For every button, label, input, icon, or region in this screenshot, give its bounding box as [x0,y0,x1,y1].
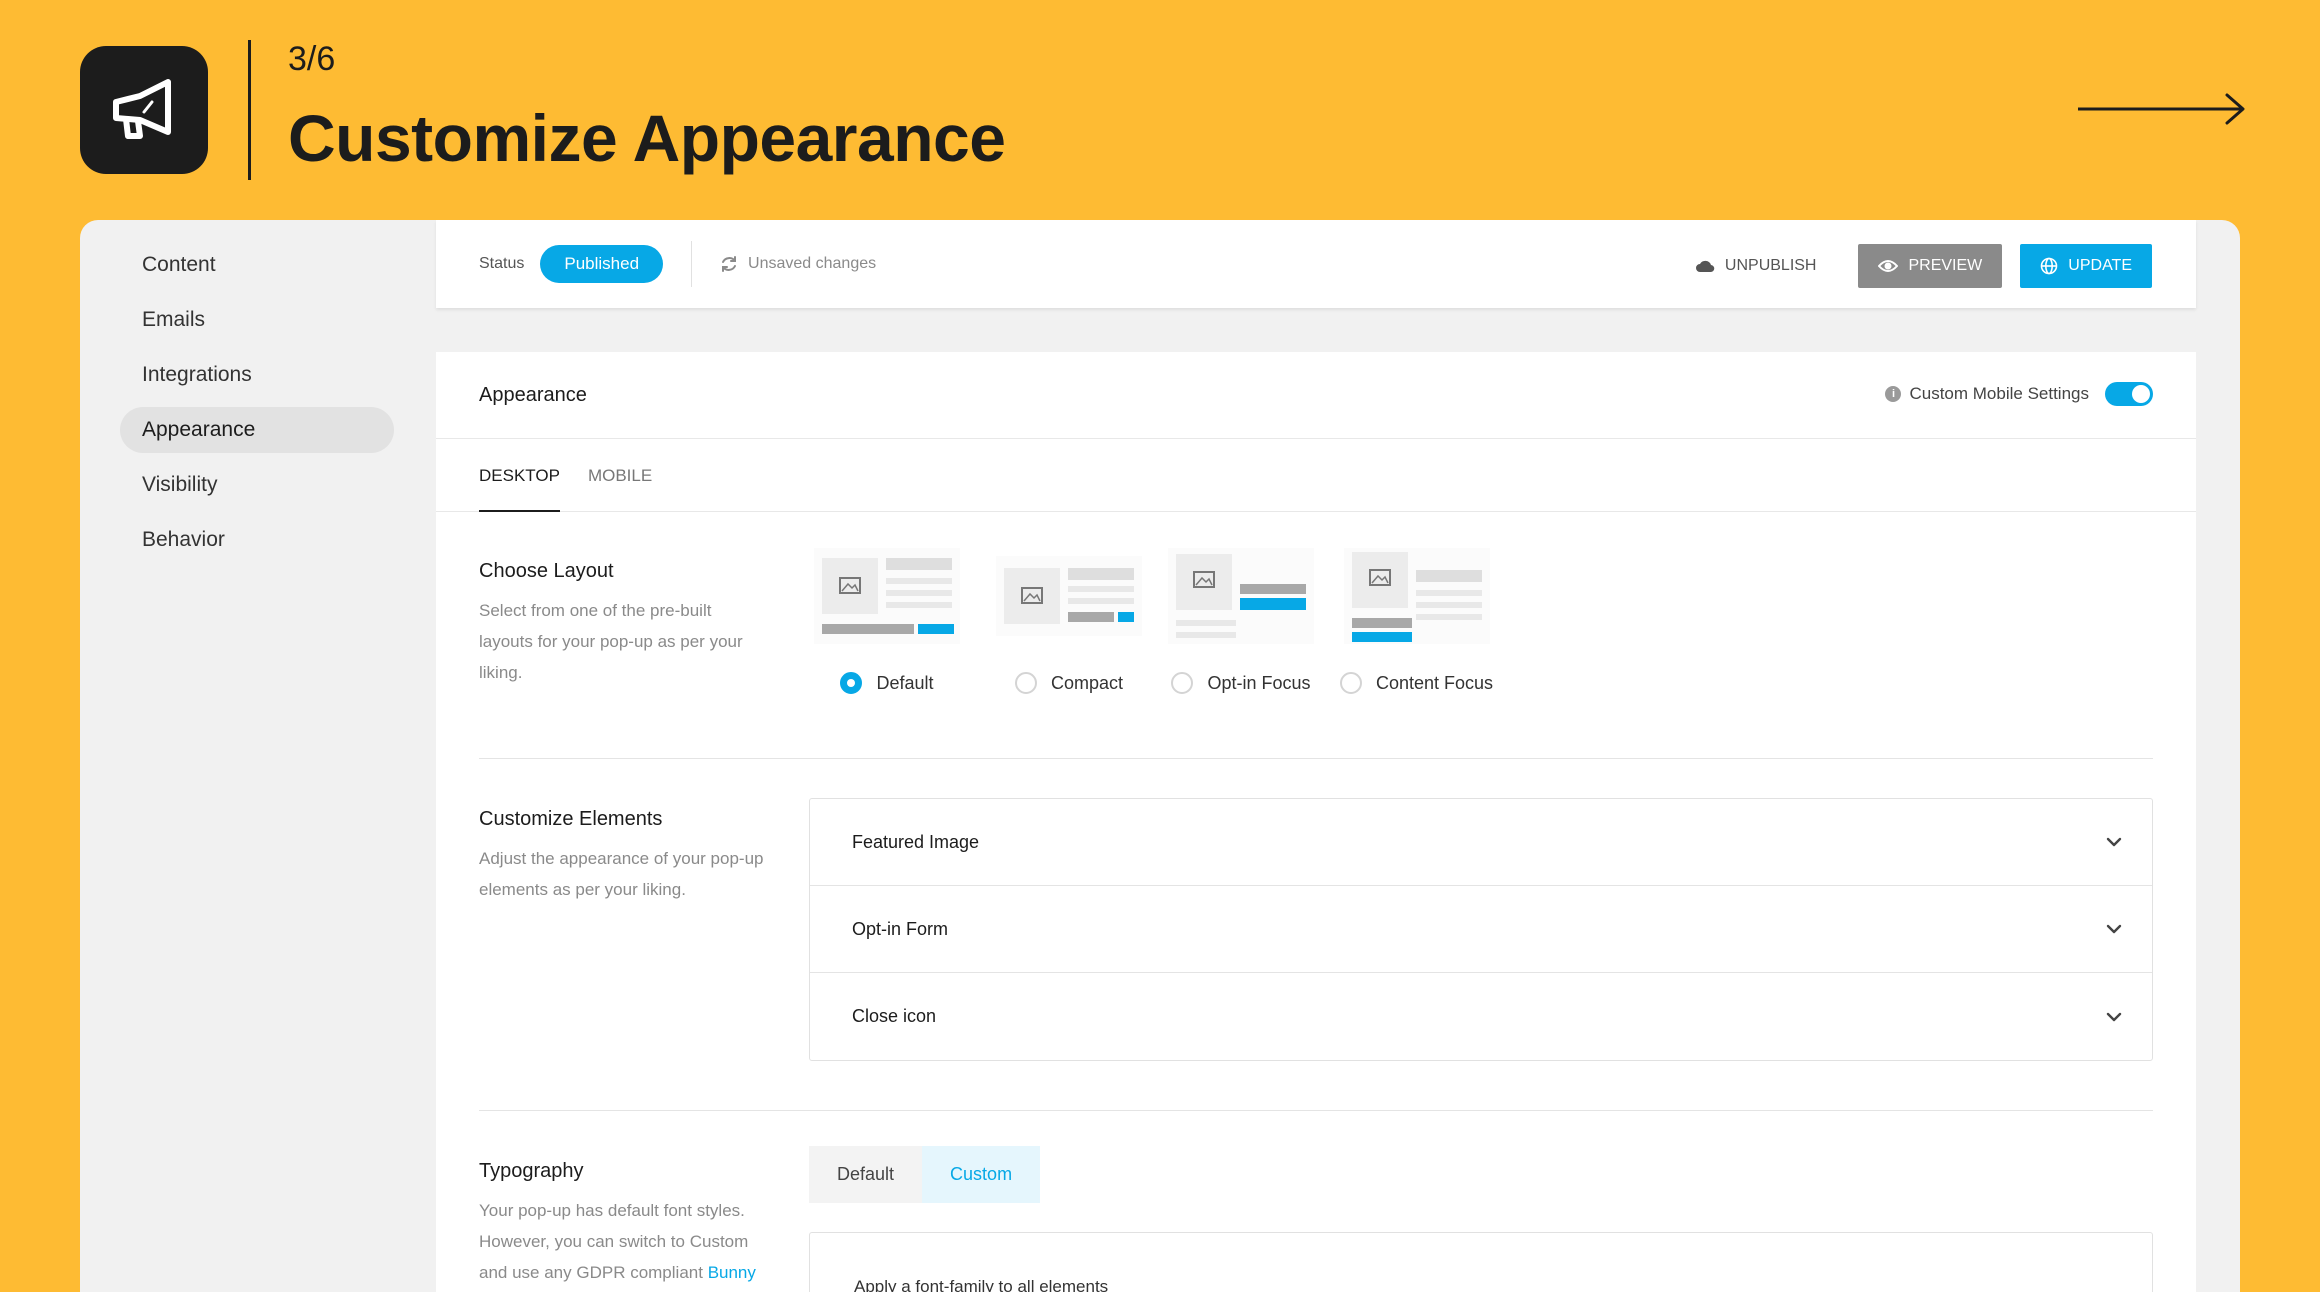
unsaved-indicator: Unsaved changes [720,255,876,273]
refresh-icon [722,256,737,272]
device-tabs: DESKTOP MOBILE [436,439,2196,512]
layout-default-thumbnail [814,548,960,644]
sidebar-item-appearance[interactable]: Appearance [120,407,394,453]
layout-optin-focus-thumbnail [1168,548,1314,644]
radio-unselected[interactable] [1171,672,1194,694]
layout-radio-default[interactable]: Default [840,672,934,694]
chevron-down-icon [2106,1012,2122,1021]
chevron-down-icon [2106,837,2122,847]
update-label: UPDATE [2068,257,2132,274]
layout-compact-thumbnail [996,556,1142,636]
accordion-label: Close icon [852,1006,937,1026]
layout-radio-content-focus[interactable]: Content Focus [1340,672,1493,694]
status-actions: UNPUBLISH PREVIEW UPDATE [1695,244,2152,288]
update-button[interactable]: UPDATE [2020,244,2152,288]
typography-switch: Default Custom [809,1146,1041,1203]
layout-radio-optin-focus[interactable]: Opt-in Focus [1171,672,1311,694]
preview-button[interactable]: PREVIEW [1858,244,2003,288]
layout-option-compact[interactable]: Compact [996,548,1142,694]
globe-icon [2040,257,2058,275]
chevron-down-icon [2106,924,2122,934]
arrow-right-icon[interactable] [2078,92,2246,126]
elements-section: Customize Elements Adjust the appearance… [479,798,2153,1061]
layout-desc: Select from one of the pre-built layouts… [479,601,743,682]
sidebar-item-content[interactable]: Content [120,242,394,288]
sidebar: Content Emails Integrations Appearance V… [120,242,394,572]
preview-label: PREVIEW [1908,257,1983,274]
tab-desktop[interactable]: DESKTOP [479,439,560,512]
layout-option-optin-focus[interactable]: Opt-in Focus [1168,548,1314,694]
editor-panel: Content Emails Integrations Appearance V… [80,220,2240,1292]
unpublish-button[interactable]: UNPUBLISH [1695,257,1817,275]
info-icon[interactable]: i [1885,386,1902,402]
layout-option-content-focus[interactable]: Content Focus [1340,548,1493,694]
layout-content-focus-thumbnail [1343,548,1490,644]
layout-section: Choose Layout Select from one of the pre… [479,548,2153,694]
app-logo [80,46,208,174]
status-badge: Published [540,245,664,283]
elements-desc: Adjust the appearance of your pop-up ele… [479,849,764,899]
mobile-settings-label: Custom Mobile Settings [1909,384,2089,403]
sidebar-item-behavior[interactable]: Behavior [120,517,394,563]
status-label: Status [479,255,525,272]
status-bar: Status Published Unsaved changes UNPUBLI… [436,220,2196,308]
font-family-box: Apply a font-family to all elements [809,1232,2153,1292]
mobile-settings: i Custom Mobile Settings [1885,382,2153,406]
radio-selected[interactable] [840,672,863,694]
elements-accordion: Featured Image Opt-in Form Close icon [809,798,2153,1061]
card-header: Appearance i Custom Mobile Settings [436,352,2196,439]
divider [691,241,693,287]
font-family-text: Apply a font-family to all elements [854,1277,1109,1292]
layout-option-default[interactable]: Default [814,548,960,694]
card-title: Appearance [479,383,587,406]
accordion-label: Opt-in Form [852,918,949,939]
typography-custom-button[interactable]: Custom [922,1146,1041,1203]
layout-radio-compact[interactable]: Compact [1014,672,1124,694]
accordion-featured-image[interactable]: Featured Image [810,799,2152,886]
tab-mobile[interactable]: MOBILE [588,439,652,512]
sidebar-item-integrations[interactable]: Integrations [120,352,394,398]
layout-label-compact: Compact [1050,672,1124,693]
appearance-card: Appearance i Custom Mobile Settings DESK… [436,352,2196,1292]
layout-label-optin-focus: Opt-in Focus [1207,672,1311,693]
header-divider [248,40,251,180]
radio-unselected[interactable] [1340,672,1362,694]
accordion-close-icon[interactable]: Close icon [810,973,2152,1060]
eye-icon [1878,260,1899,272]
accordion-label: Featured Image [852,831,980,852]
radio-unselected[interactable] [1014,672,1037,694]
typography-default-button[interactable]: Default [809,1146,923,1203]
mobile-settings-toggle[interactable] [2105,382,2153,406]
typography-section: Typography Your pop-up has default font … [479,1146,2153,1292]
section-divider [479,1110,2153,1111]
typography-desc: Your pop-up has default font styles. How… [479,1195,764,1288]
layout-options: Default Compact Opt-in Focus Content Foc… [814,548,1519,694]
step-indicator: 3/6 [288,40,336,78]
page-title: Customize Appearance [288,101,1006,175]
sidebar-item-visibility[interactable]: Visibility [120,462,394,508]
unpublish-label: UNPUBLISH [1724,257,1817,274]
unsaved-text: Unsaved changes [748,255,877,272]
layout-label-default: Default [876,672,934,693]
typography-title: Typography [479,1160,584,1182]
bunny-fonts-link[interactable]: Bunny [708,1263,756,1282]
layout-label-content-focus: Content Focus [1376,672,1494,693]
cloud-icon [1695,260,1715,273]
section-divider [479,758,2153,759]
sidebar-item-emails[interactable]: Emails [120,297,394,343]
accordion-optin-form[interactable]: Opt-in Form [810,886,2152,973]
megaphone-icon [113,79,171,139]
